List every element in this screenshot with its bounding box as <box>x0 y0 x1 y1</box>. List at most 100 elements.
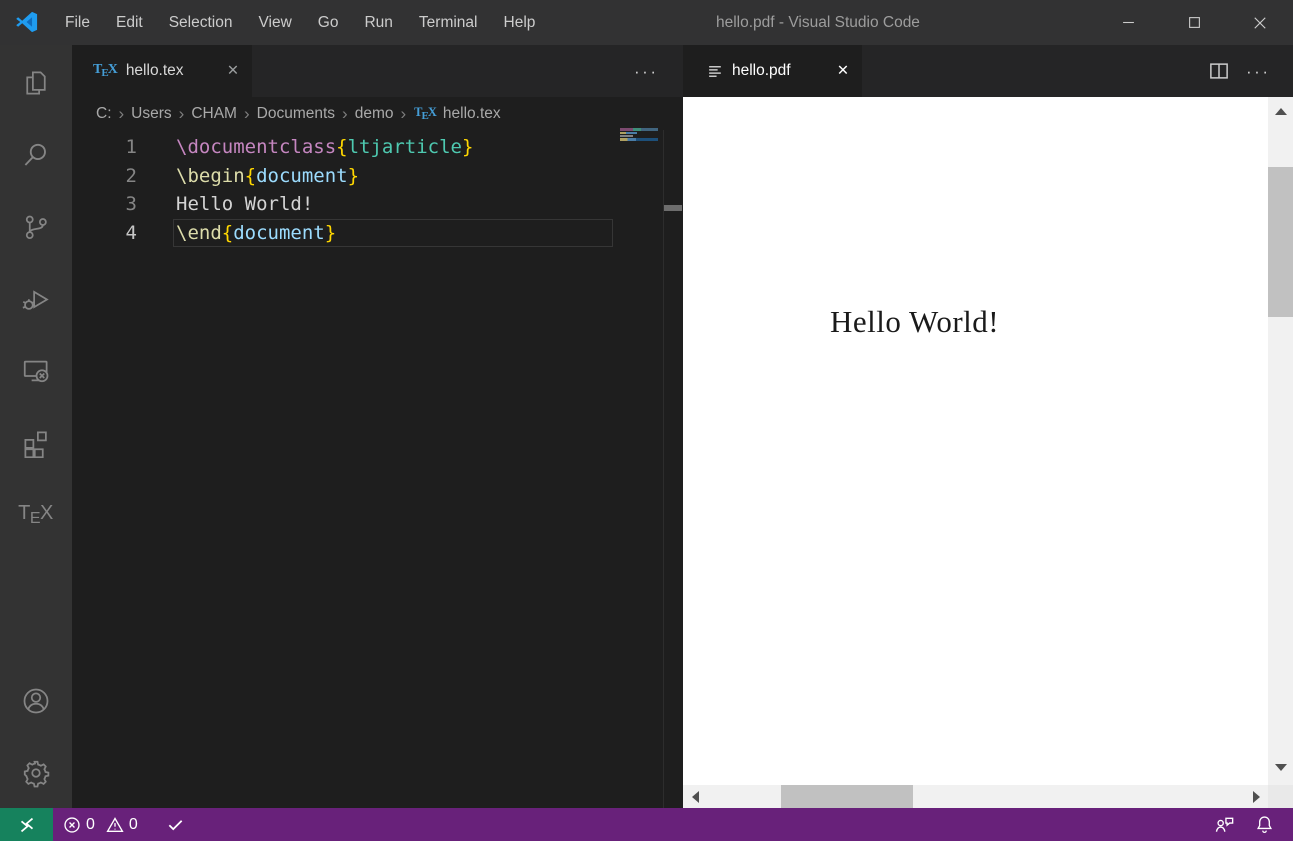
pdf-page: Hello World! <box>683 97 1268 785</box>
menu-file[interactable]: File <box>52 14 103 32</box>
scrollbar-corner <box>1268 785 1293 808</box>
maximize-button[interactable] <box>1161 0 1227 45</box>
remote-icon <box>16 814 38 836</box>
problems-indicator[interactable]: 0 0 <box>63 816 144 834</box>
activity-item-explorer[interactable] <box>0 47 72 119</box>
close-tab-icon[interactable]: ✕ <box>222 60 244 82</box>
breadcrumb-item[interactable]: CHAM <box>191 105 237 123</box>
minimap-line <box>620 134 633 138</box>
line-number: 2 <box>125 164 137 187</box>
chevron-right-icon: › <box>400 104 407 123</box>
activity-item-remote-explorer[interactable] <box>0 335 72 407</box>
tab-hello-pdf[interactable]: hello.pdf ✕ <box>683 45 862 97</box>
scroll-left-icon[interactable] <box>687 785 703 808</box>
split-editor-icon[interactable] <box>1209 61 1229 81</box>
window-controls <box>1095 0 1293 45</box>
minimap[interactable] <box>620 128 663 148</box>
chevron-right-icon: › <box>342 104 348 123</box>
code-line-4: 4 \end{document} <box>72 218 683 247</box>
scroll-right-icon[interactable] <box>1248 785 1264 808</box>
activity-item-search[interactable] <box>0 119 72 191</box>
window-title: hello.pdf - Visual Studio Code <box>716 14 920 31</box>
code-editor[interactable]: 1 \documentclass{ltjarticle} 2 \begin{docum… <box>72 130 683 808</box>
line-number: 3 <box>125 193 137 215</box>
minimize-button[interactable] <box>1095 0 1161 45</box>
breadcrumb-item[interactable]: C: <box>96 105 112 123</box>
close-tab-icon[interactable]: ✕ <box>832 60 854 82</box>
activity-item-extensions[interactable] <box>0 407 72 479</box>
more-actions-icon[interactable]: ··· <box>1246 63 1270 80</box>
menu-view[interactable]: View <box>245 14 304 32</box>
latex-build-status[interactable] <box>166 815 185 834</box>
vertical-scrollbar-thumb[interactable] <box>1268 167 1293 317</box>
remote-indicator[interactable] <box>0 808 53 841</box>
code-lines: 1 \documentclass{ltjarticle} 2 \begin{docum… <box>72 133 683 247</box>
editor-group-right: hello.pdf ✕ ··· Hello World! <box>683 45 1293 808</box>
menu-selection[interactable]: Selection <box>156 14 246 32</box>
code-line-2: 2 \begin{document} <box>72 162 683 191</box>
menu-help[interactable]: Help <box>491 14 549 32</box>
activity-item-run-and-debug[interactable] <box>0 263 72 335</box>
activity-item-manage[interactable] <box>0 737 72 809</box>
tex-file-icon: TEX <box>414 104 437 122</box>
code-line-text: \end{document} <box>173 218 613 247</box>
activity-bar: TEX <box>0 45 72 808</box>
scroll-down-icon[interactable] <box>1268 757 1293 777</box>
feedback-icon[interactable] <box>1213 813 1236 836</box>
scroll-up-icon[interactable] <box>1268 101 1293 121</box>
latex-workshop-icon: TEX <box>18 502 54 527</box>
overview-ruler-marker <box>664 205 682 211</box>
chevron-right-icon: › <box>118 104 125 123</box>
activity-item-latex-workshop[interactable]: TEX <box>0 479 72 551</box>
close-window-button[interactable] <box>1227 0 1293 45</box>
menu-run[interactable]: Run <box>351 14 405 32</box>
menu-go[interactable]: Go <box>305 14 352 32</box>
menu-terminal[interactable]: Terminal <box>406 14 491 32</box>
editor-actions-right: ··· <box>1209 45 1270 97</box>
search-icon <box>21 140 51 170</box>
extensions-icon <box>21 428 51 458</box>
minimap-divider <box>663 130 664 808</box>
errors-count: 0 <box>86 815 95 833</box>
notifications-bell-icon[interactable] <box>1254 814 1275 835</box>
code-line-text: \documentclass{ltjarticle} <box>176 136 474 159</box>
breadcrumb-item[interactable]: hello.tex <box>443 105 501 123</box>
tab-bar-right: hello.pdf ✕ ··· <box>683 45 1293 97</box>
code-line-1: 1 \documentclass{ltjarticle} <box>72 133 683 162</box>
source-control-icon <box>21 212 51 242</box>
remote-explorer-icon <box>21 356 51 386</box>
pdf-text: Hello World! <box>830 304 1000 339</box>
code-line-3: 3 Hello World! <box>72 190 683 219</box>
tab-hello-tex[interactable]: TEX hello.tex ✕ <box>72 45 252 97</box>
title-bar: File Edit Selection View Go Run Terminal Help h… <box>0 0 1293 45</box>
breadcrumb-item[interactable]: Documents <box>257 105 335 123</box>
menu-bar: File Edit Selection View Go Run Terminal Help <box>52 0 548 45</box>
run-and-debug-icon <box>21 284 51 314</box>
line-number: 1 <box>125 136 137 158</box>
breadcrumb-item[interactable]: Users <box>131 105 171 123</box>
chevron-right-icon: › <box>178 104 185 123</box>
minimap-line <box>620 128 658 131</box>
manage-icon <box>21 758 51 788</box>
vscode-window: File Edit Selection View Go Run Terminal Help h… <box>0 0 1293 841</box>
vscode-logo-icon <box>15 10 39 34</box>
minimap-line <box>620 138 658 141</box>
accounts-icon <box>21 686 51 716</box>
horizontal-scrollbar-thumb[interactable] <box>781 785 913 808</box>
tab-label: hello.pdf <box>732 62 791 79</box>
warnings-count: 0 <box>128 815 138 833</box>
line-number: 4 <box>125 221 137 244</box>
status-bar-right <box>1213 813 1275 836</box>
horizontal-scrollbar[interactable] <box>683 785 1268 808</box>
breadcrumb: C: › Users › CHAM › Documents › demo › TEX hello.te… <box>72 97 683 130</box>
vertical-scrollbar[interactable] <box>1268 97 1293 785</box>
activity-item-accounts[interactable] <box>0 665 72 737</box>
activity-item-source-control[interactable] <box>0 191 72 263</box>
menu-edit[interactable]: Edit <box>103 14 156 32</box>
editor-group-left: TEX hello.tex ✕ ··· C: › Users › CHAM › Docume… <box>72 45 683 808</box>
chevron-right-icon: › <box>243 104 250 123</box>
more-actions-icon[interactable]: ··· <box>634 63 658 80</box>
tab-label: hello.tex <box>125 62 184 79</box>
pdf-viewer: Hello World! <box>683 97 1293 808</box>
breadcrumb-item[interactable]: demo <box>355 105 394 123</box>
